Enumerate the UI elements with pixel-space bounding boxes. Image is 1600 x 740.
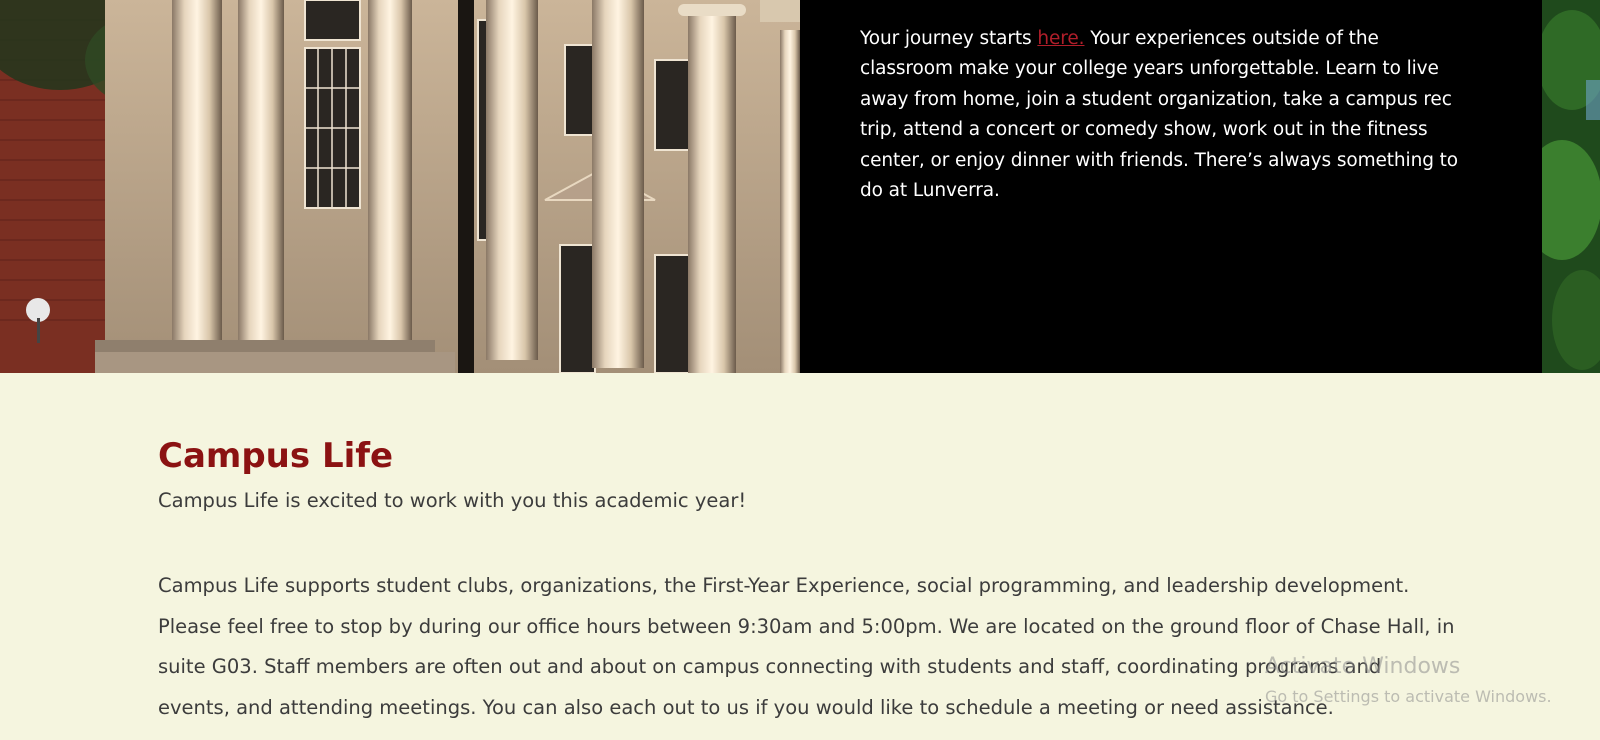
journey-link[interactable]: here. (1037, 28, 1084, 49)
main-content: Campus Life Campus Life is excited to wo… (158, 432, 1458, 728)
campus-building-photo (0, 0, 800, 373)
body-paragraph: Campus Life supports student clubs, orga… (158, 574, 1455, 719)
page-title: Campus Life (158, 436, 394, 476)
intro-paragraph: Campus Life is excited to work with you … (158, 489, 747, 512)
watermark-subtitle: Go to Settings to activate Windows. (1265, 687, 1552, 706)
windows-activation-watermark: Activate Windows Go to Settings to activ… (1265, 652, 1552, 709)
watermark-title: Activate Windows (1265, 654, 1461, 679)
hero-banner: Your journey starts here. Your experienc… (0, 0, 1600, 373)
hero-text-start: Your journey starts (860, 27, 1038, 49)
tree-foliage-image (1542, 0, 1600, 373)
hero-paragraph: Your journey starts here. Your experienc… (860, 24, 1470, 207)
hero-text-rest: Your experiences outside of the classroo… (860, 27, 1459, 202)
hero-text-panel: Your journey starts here. Your experienc… (800, 0, 1542, 373)
